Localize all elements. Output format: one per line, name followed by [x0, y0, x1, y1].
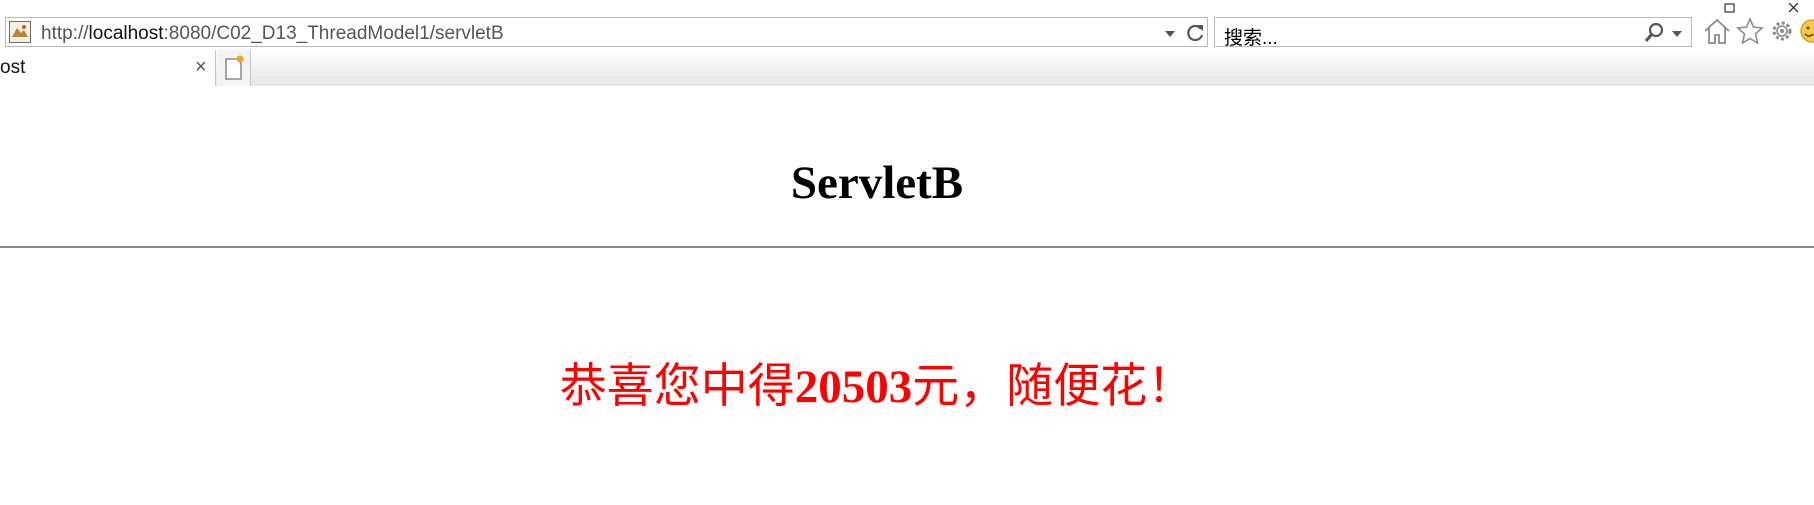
page-content: ServletB 恭喜您中得20503元，随便花！ [0, 86, 1814, 505]
message-suffix: 元，随便花！ [912, 361, 1195, 413]
url-text[interactable]: http://localhost:8080/C02_D13_ThreadMode… [41, 23, 504, 45]
prize-amount: 20503 [794, 361, 913, 413]
tab-title: ost [0, 57, 26, 78]
search-input[interactable]: 搜索... [1224, 23, 1278, 50]
favorites-star-icon[interactable] [1735, 16, 1765, 46]
browser-toolbar: http://localhost:8080/C02_D13_ThreadMode… [0, 0, 1814, 50]
message-prefix: 恭喜您中得 [559, 361, 795, 413]
window-close-icon[interactable] [1786, 0, 1802, 13]
url-path: :8080/C02_D13_ThreadModel1/servletB [163, 23, 504, 44]
tab-bar: ost × [0, 50, 1814, 86]
search-icon[interactable] [1642, 21, 1666, 45]
close-tab-icon[interactable]: × [195, 57, 207, 77]
page-heading: ServletB [790, 157, 964, 209]
refresh-icon[interactable] [1183, 21, 1207, 45]
restore-icon[interactable] [1722, 0, 1738, 13]
site-favicon-icon [9, 21, 31, 43]
url-scheme: http:// [41, 23, 89, 44]
chevron-down-icon[interactable] [1670, 27, 1684, 39]
search-box[interactable]: 搜索... [1214, 17, 1692, 50]
url-host: localhost [88, 23, 164, 44]
chevron-down-icon[interactable] [1163, 27, 1177, 39]
new-tab-icon [225, 55, 244, 80]
new-tab-button[interactable] [217, 50, 251, 86]
tab-localhost[interactable]: ost × [0, 50, 216, 86]
horizontal-rule [0, 246, 1814, 248]
prize-message: 恭喜您中得20503元，随便花！ [0, 347, 1754, 416]
settings-gear-icon[interactable] [1767, 16, 1797, 46]
address-bar[interactable]: http://localhost:8080/C02_D13_ThreadMode… [5, 17, 1208, 47]
home-icon[interactable] [1702, 16, 1732, 46]
feedback-smiley-icon[interactable] [1797, 16, 1814, 46]
